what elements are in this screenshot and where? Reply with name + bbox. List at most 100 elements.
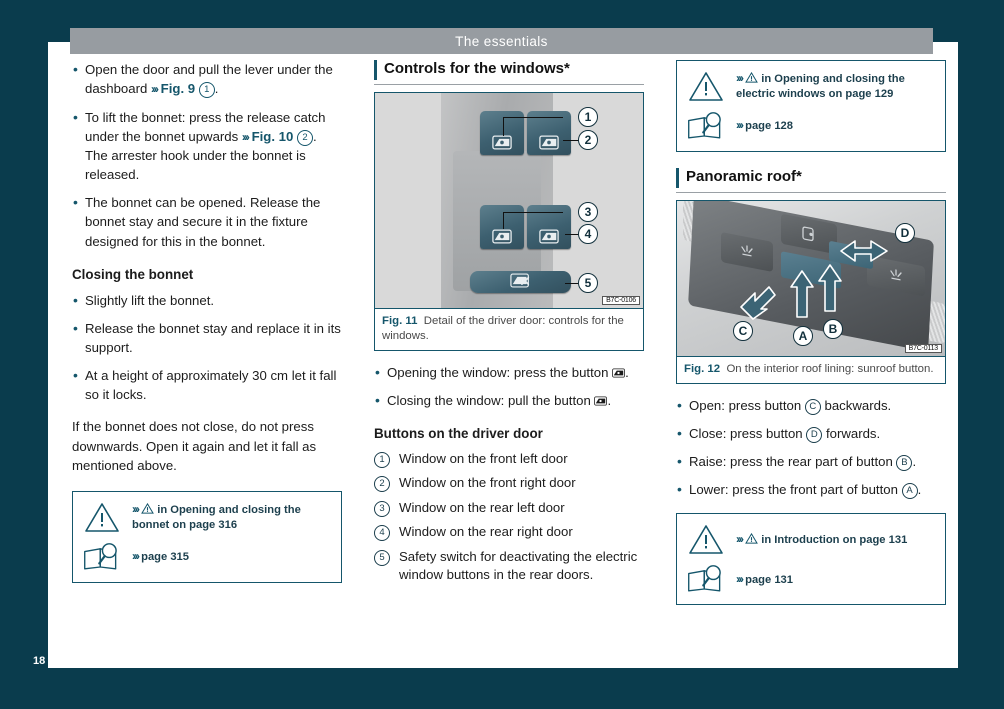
note-warning-text: ››› in Opening and closing the bonnet on…	[132, 501, 333, 533]
bullet-open-door: Open the door and pull the lever under t…	[72, 59, 342, 99]
callout-a: A	[901, 483, 918, 500]
warning-inline-icon	[745, 532, 758, 544]
figure-callout-3: 3	[578, 202, 598, 222]
note-row-warning: ››› in Opening and closing the electric …	[685, 69, 937, 103]
list-callout-1: 1	[374, 451, 390, 468]
bullet-height-30cm-text: At a height of approximately 30 cm let i…	[85, 368, 337, 403]
figure-12-caption-text: On the interior roof lining: sunroof but…	[726, 363, 934, 375]
list-item: 3 Window on the rear left door	[374, 499, 644, 517]
figure-11-caption-text: Detail of the driver door: controls for …	[382, 315, 624, 342]
figure-11-code: B7C-0106	[602, 296, 640, 305]
figure-callout-4: 4	[578, 224, 598, 244]
page-columns: Open the door and pull the lever under t…	[72, 59, 946, 617]
arrow-d-icon	[840, 240, 888, 262]
list-label-2: Window on the front right door	[399, 475, 576, 491]
bullet-roof-lower-pre: Lower: press the front part of button	[689, 482, 902, 498]
bullet-closing-window: Closing the window: pull the button .	[374, 390, 644, 410]
note-warning-text: ››› in Introduction on page 131	[736, 531, 907, 548]
list-callout-2: 2	[374, 476, 390, 493]
bullet-roof-raise-pre: Raise: press the rear part of button	[689, 454, 897, 470]
note-row-page: ››› page 128	[685, 109, 937, 143]
figure-11-label: Fig. 11	[382, 315, 418, 327]
bullet-opening-window-text: Opening the window: press the button	[387, 364, 613, 380]
bullet-roof-open: Open: press button C backwards.	[676, 395, 946, 415]
page-header-title: The essentials	[455, 33, 548, 49]
chevron-icon: ›››	[151, 82, 159, 97]
arrow-a-icon	[790, 270, 814, 318]
callout-2: 2	[297, 129, 314, 146]
chevron-icon: ›››	[241, 129, 250, 144]
page-header-bar: The essentials	[70, 28, 933, 54]
list-item: 4 Window on the rear right door	[374, 523, 644, 542]
figure-12: D C A B B7C-0113 Fig. 12 On the interior…	[676, 200, 946, 384]
list-label-1: Window on the front left door	[399, 450, 568, 466]
bullet-opening-window-post: .	[625, 364, 629, 380]
bullet-slightly-lift-text: Slightly lift the bonnet.	[85, 292, 215, 308]
note-page-label[interactable]: page 131	[745, 574, 793, 586]
section-heading-panoramic-roof: Panoramic roof*	[676, 168, 946, 193]
note-page-label[interactable]: page 315	[141, 551, 189, 563]
warning-triangle-icon	[685, 523, 727, 555]
bullet-roof-close-post: forwards.	[822, 425, 881, 441]
page-number: 18	[33, 655, 46, 667]
chevron-icon: ›››	[736, 571, 744, 586]
note-box-bonnet: ››› in Opening and closing the bonnet on…	[72, 490, 342, 583]
list-label-3: Window on the rear left door	[399, 499, 565, 515]
note-warning-label: in Opening and closing the bonnet on pag…	[132, 503, 301, 531]
bullet-roof-lower: Lower: press the front part of button A.	[676, 479, 946, 500]
list-item: 1 Window on the front left door	[374, 450, 644, 468]
callout-d: D	[806, 426, 823, 443]
bullet-closing-window-text: Closing the window: pull the button	[387, 392, 595, 408]
figure-11: 1 2 3 4 5 B7C-0106 Fig. 11 Detail of the…	[374, 92, 644, 351]
leader-line-3	[503, 213, 504, 229]
window-down-icon	[612, 368, 625, 378]
figure-12-label: Fig. 12	[684, 363, 721, 375]
figure-callout-1: 1	[578, 107, 598, 127]
bullet-height-30cm: At a height of approximately 30 cm let i…	[72, 365, 342, 404]
section-heading-controls-windows: Controls for the windows*	[374, 60, 644, 85]
warning-inline-icon	[745, 71, 758, 83]
window-safety-switch-button[interactable]	[470, 271, 571, 293]
note-warning-label: in Opening and closing the electric wind…	[736, 72, 905, 100]
leader-line-1b	[503, 117, 563, 118]
note-page-label[interactable]: page 128	[745, 120, 793, 132]
arrow-b-icon	[818, 264, 842, 312]
chevron-icon: ›››	[736, 531, 744, 546]
note-box-electric-windows: ››› in Opening and closing the electric …	[676, 60, 946, 152]
figure-callout-5: 5	[578, 273, 598, 293]
callout-1: 1	[198, 82, 215, 99]
list-callout-3: 3	[374, 500, 390, 517]
paragraph-bonnet-not-close: If the bonnet does not close, do not pre…	[72, 419, 317, 473]
bullet-roof-close-pre: Close: press button	[689, 425, 807, 441]
bullet-release-stay-text: Release the bonnet stay and replace it i…	[85, 320, 341, 356]
bullet-opening-window: Opening the window: press the button .	[374, 362, 644, 382]
driver-door-buttons-list: 1 Window on the front left door 2 Window…	[374, 450, 644, 585]
list-item: 2 Window on the front right door	[374, 474, 644, 493]
bullet-roof-raise: Raise: press the rear part of button B.	[676, 451, 946, 471]
bullet-bonnet-open-text: The bonnet can be opened. Release the bo…	[85, 195, 321, 249]
figure-12-image: D C A B B7C-0113	[677, 201, 945, 356]
figure-11-image: 1 2 3 4 5 B7C-0106	[375, 93, 643, 308]
callout-c: C	[804, 398, 821, 415]
warning-triangle-icon	[81, 501, 123, 533]
warning-inline-icon	[141, 502, 154, 514]
figure-callout-b: B	[823, 319, 843, 339]
list-callout-5: 5	[374, 549, 390, 566]
bullet-roof-open-pre: Open: press button	[689, 397, 805, 413]
note-row-warning: ››› in Opening and closing the bonnet on…	[81, 500, 333, 534]
list-item: 5 Safety switch for deactivating the ele…	[374, 548, 644, 585]
warning-triangle-icon	[685, 70, 727, 102]
chevron-icon: ›››	[132, 549, 140, 564]
note-row-page: ››› page 315	[81, 540, 333, 574]
figure-callout-2: 2	[578, 130, 598, 150]
bullet-slightly-lift: Slightly lift the bonnet.	[72, 290, 342, 310]
note-page-text: ››› page 131	[736, 571, 793, 588]
arrow-c-icon	[740, 286, 776, 320]
figure-ref-9[interactable]: Fig. 9	[161, 81, 195, 96]
note-warning-text: ››› in Opening and closing the electric …	[736, 70, 937, 102]
chevron-icon: ›››	[736, 118, 744, 133]
note-page-text: ››› page 315	[132, 548, 189, 565]
window-up-icon	[594, 396, 608, 406]
bullet-roof-lower-post: .	[917, 482, 922, 498]
figure-ref-10[interactable]: Fig. 10	[252, 129, 294, 144]
